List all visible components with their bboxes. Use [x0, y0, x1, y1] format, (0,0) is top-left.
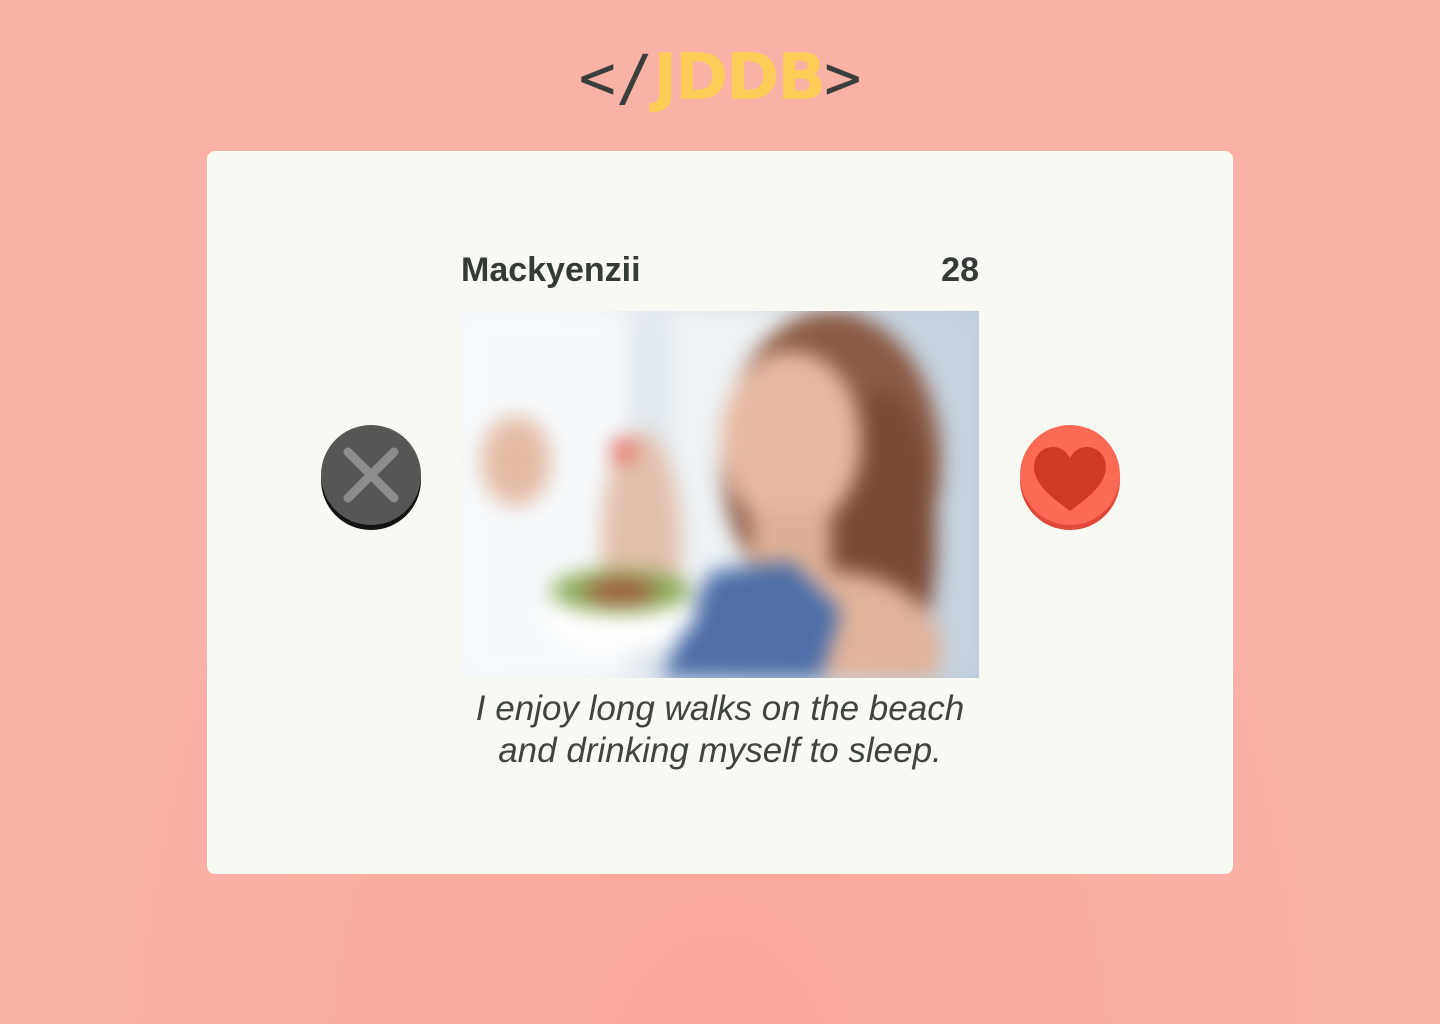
bio-line-2: and drinking myself to sleep. [498, 731, 942, 770]
reject-button[interactable] [321, 425, 421, 525]
logo-brand: JDDB [653, 41, 826, 115]
profile-header: Mackyenzii 28 [461, 251, 979, 301]
profile-photo [461, 311, 979, 678]
logo: </JDDB> [0, 38, 1440, 118]
heart-icon [1034, 447, 1106, 511]
logo-close-bracket: > [824, 41, 862, 114]
profile-photo-image [461, 311, 979, 678]
profile-bio: I enjoy long walks on the beach and drin… [461, 688, 979, 772]
like-button[interactable] [1020, 425, 1120, 525]
bio-line-1: I enjoy long walks on the beach [475, 689, 965, 728]
logo-open-bracket: </ [578, 41, 654, 114]
profile-card: Mackyenzii 28 I enjoy long walks on the … [207, 151, 1233, 874]
profile-name: Mackyenzii [461, 251, 641, 289]
profile-age: 28 [941, 251, 979, 289]
close-icon [343, 447, 399, 503]
